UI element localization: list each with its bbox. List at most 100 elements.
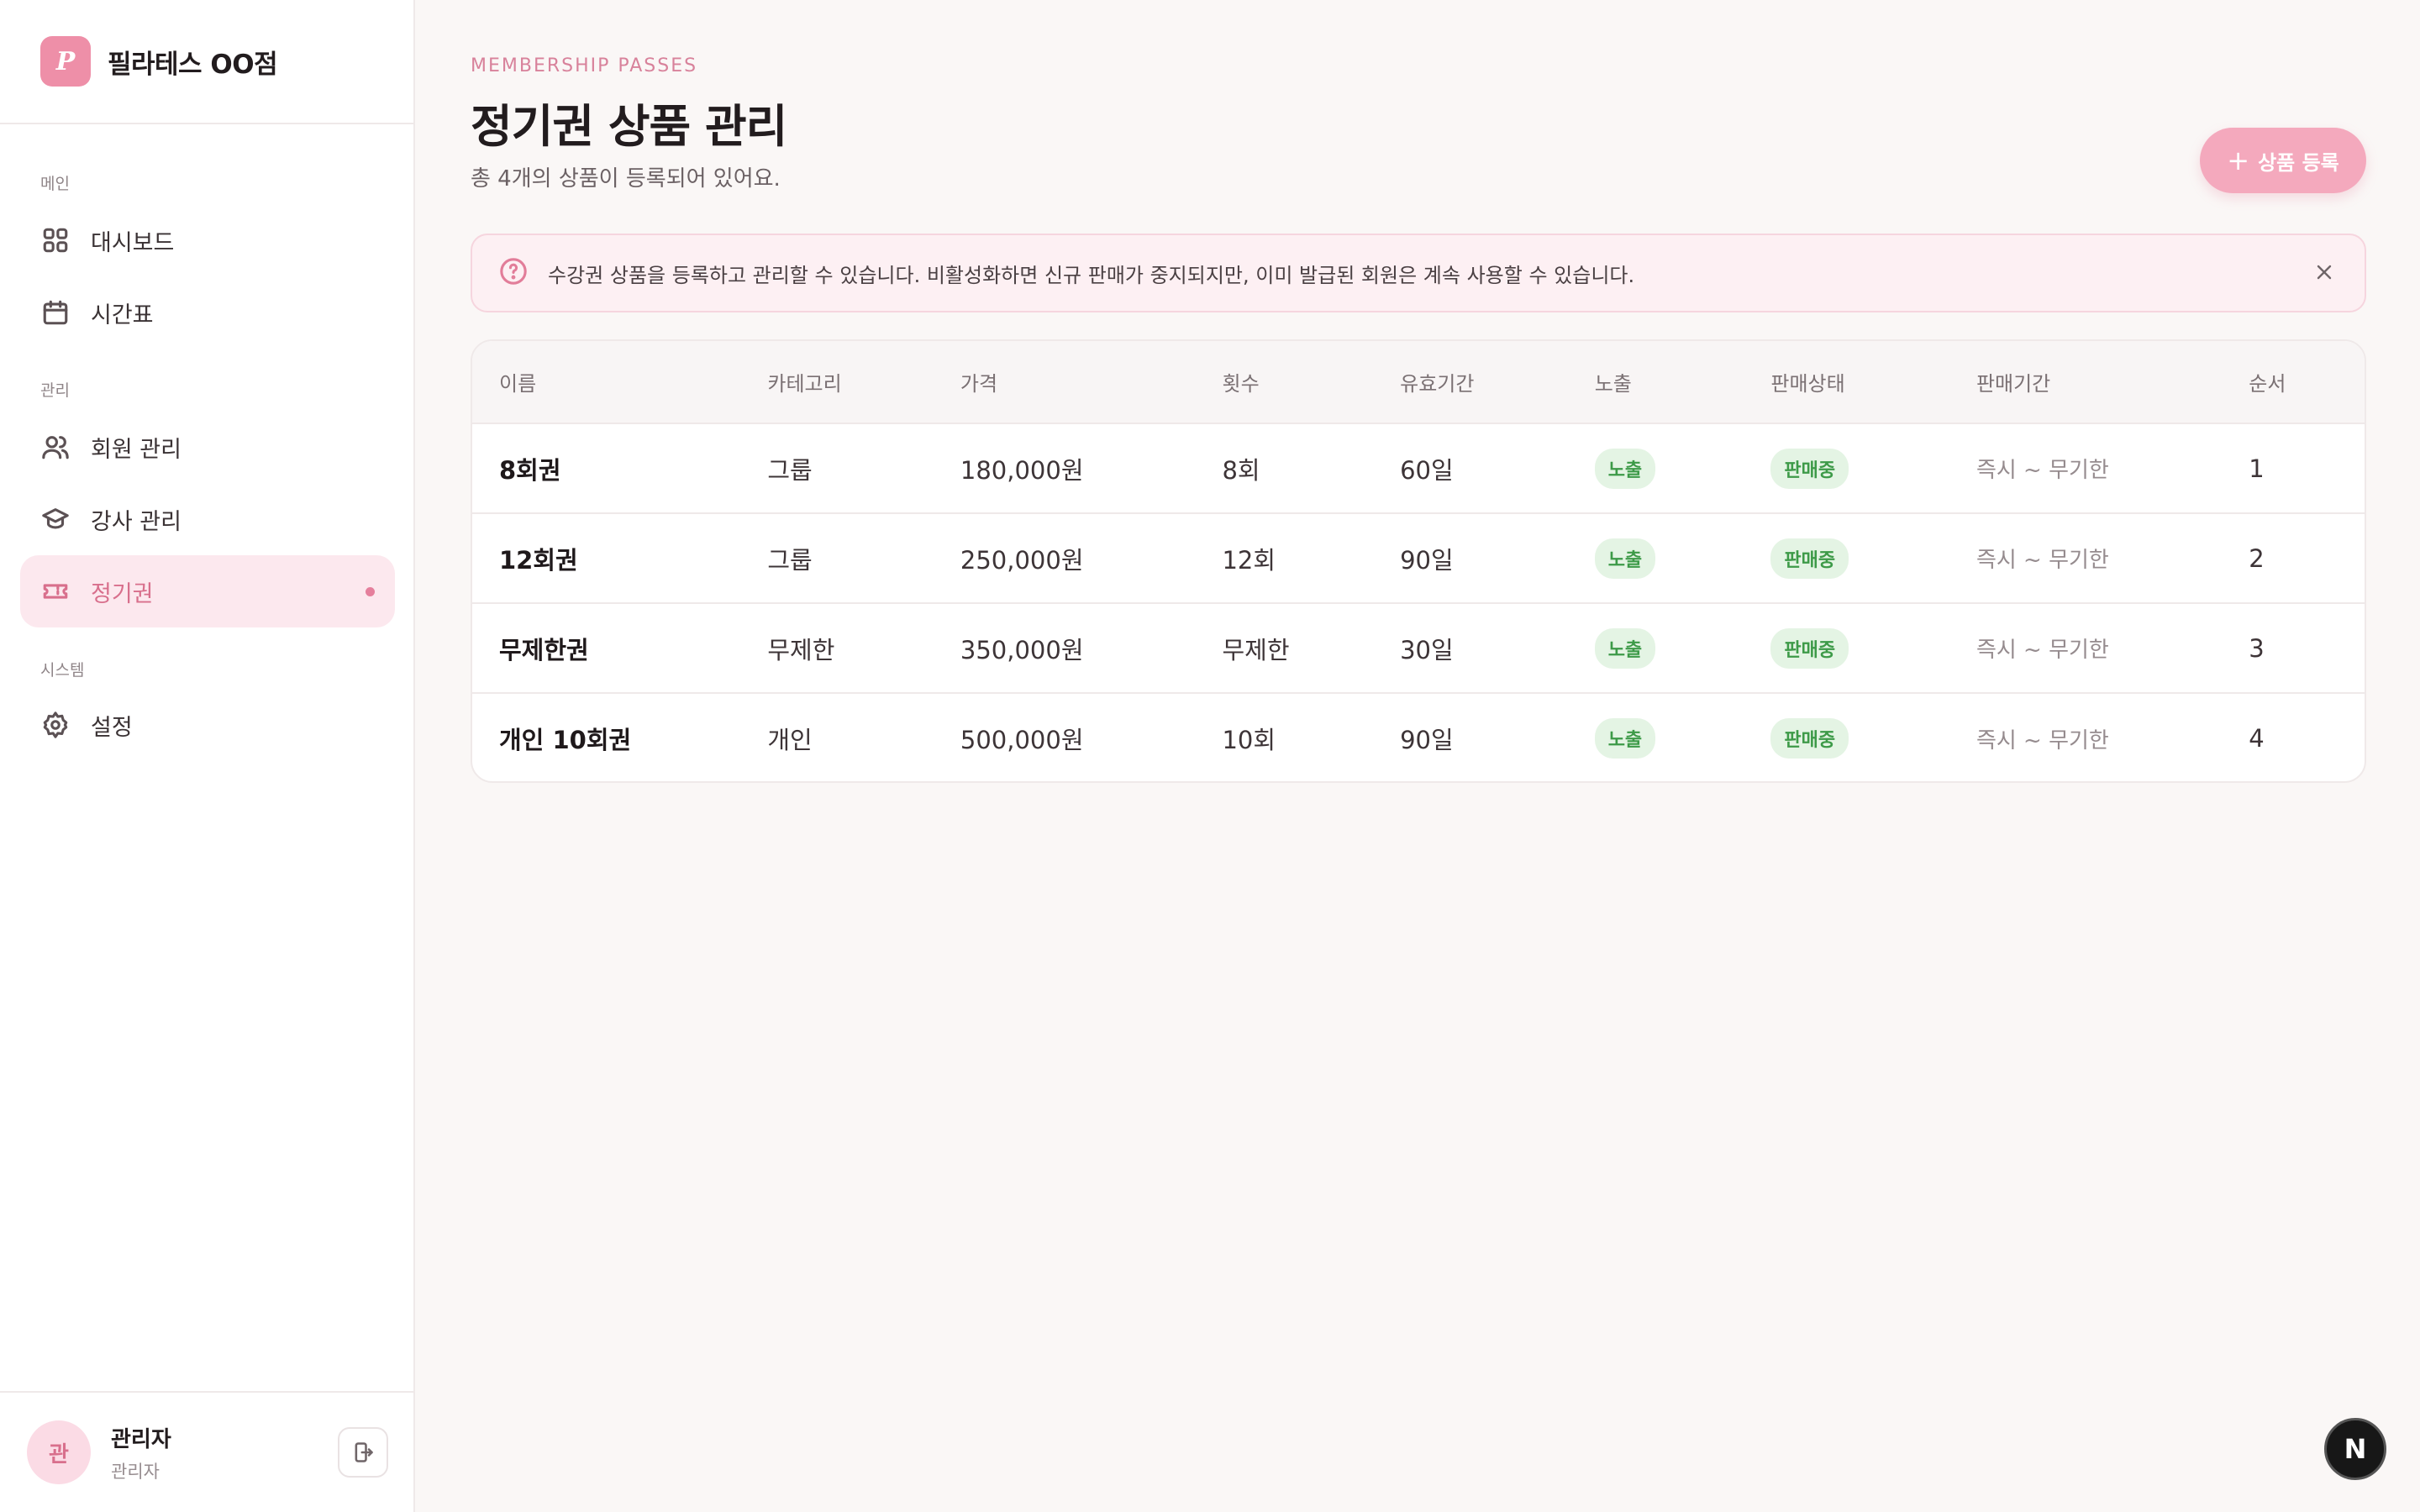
column-header-exposure[interactable]: 노출 (1567, 341, 1744, 424)
table-row[interactable]: 8회권 그룹 180,000원 8회 60일 노출 판매중 즉시 ~ 무기한 1 (472, 423, 2365, 513)
cell-validity: 90일 (1400, 726, 1454, 754)
cell-status: 판매중 (1744, 423, 1949, 513)
question-circle-icon (499, 257, 528, 289)
cell-order: 2 (2249, 543, 2265, 573)
column-header-order[interactable]: 순서 (2222, 341, 2365, 424)
cell-exposure: 노출 (1568, 423, 1744, 513)
cell-validity: 90일 (1400, 545, 1454, 575)
cell-validity: 30일 (1400, 635, 1454, 664)
graduation-cap-icon (40, 504, 71, 534)
cell-period: 즉시 ~ 무기한 (1975, 727, 2109, 753)
logout-icon (355, 1442, 373, 1462)
user-info: 관리자 관리자 (111, 1422, 171, 1483)
sidebar-item-settings[interactable]: 설정 (20, 689, 395, 761)
column-header-category[interactable]: 카테고리 (740, 341, 934, 424)
cell-exposure: 노출 (1568, 513, 1744, 603)
cell-price: 180,000원 (960, 455, 1084, 485)
page-eyebrow: MEMBERSHIP PASSES (471, 55, 698, 76)
brand-name: 필라테스 OO점 (108, 49, 278, 80)
user-profile: 관 관리자 관리자 (0, 1391, 415, 1512)
status-badge[interactable]: 판매중 (1770, 538, 1849, 579)
cell-name: 8회권 (499, 455, 561, 485)
cell-status: 판매중 (1744, 693, 1949, 781)
nav-section-system: 시스템 (40, 661, 85, 680)
table-header-row: 이름 카테고리 가격 횟수 유효기간 노출 판매상태 판매기간 순서 (472, 341, 2365, 424)
sidebar: P 필라테스 OO점 메인 대시보드 시간표 관리 회원 관리 강사 관리 정기… (0, 0, 415, 1512)
cell-category: 그룹 (767, 545, 813, 575)
products-table: 이름 카테고리 가격 횟수 유효기간 노출 판매상태 판매기간 순서 8회권 그… (471, 339, 2366, 783)
sidebar-item-label: 회원 관리 (91, 436, 182, 463)
page-subtitle: 총 4개의 상품이 등록되어 있어요. (471, 166, 781, 192)
cell-period: 즉시 ~ 무기한 (1975, 548, 2109, 573)
cell-order: 1 (2249, 454, 2265, 483)
cell-status: 판매중 (1744, 603, 1949, 693)
user-name: 관리자 (111, 1426, 171, 1452)
add-product-label: 상품 등록 (2258, 150, 2339, 175)
next-devtools-button[interactable]: N (2324, 1418, 2386, 1480)
sidebar-item-dashboard[interactable]: 대시보드 (20, 204, 395, 276)
table-row[interactable]: 개인 10회권 개인 500,000원 10회 90일 노출 판매중 즉시 ~ … (472, 693, 2365, 781)
cell-count: 10회 (1222, 726, 1276, 754)
cell-exposure: 노출 (1568, 693, 1744, 781)
column-header-price[interactable]: 가격 (933, 341, 1196, 424)
logout-button[interactable] (338, 1427, 388, 1478)
gear-icon (40, 710, 71, 740)
cell-name: 무제한권 (499, 635, 589, 664)
nav-section-main: 메인 (40, 175, 70, 193)
sidebar-item-label: 강사 관리 (91, 508, 182, 535)
cell-count: 12회 (1222, 545, 1276, 575)
cell-price: 350,000원 (960, 635, 1084, 664)
sidebar-item-members[interactable]: 회원 관리 (20, 411, 395, 483)
column-header-period[interactable]: 판매기간 (1949, 341, 2223, 424)
add-product-button[interactable]: + 상품 등록 (2200, 128, 2366, 193)
exposure-badge[interactable]: 노출 (1594, 627, 1656, 669)
calendar-icon (40, 297, 71, 328)
close-icon (2317, 265, 2332, 280)
exposure-badge[interactable]: 노출 (1594, 538, 1656, 579)
close-notice-button[interactable] (2309, 257, 2339, 287)
cell-exposure: 노출 (1568, 603, 1744, 693)
exposure-badge[interactable]: 노출 (1594, 448, 1656, 489)
cell-period: 즉시 ~ 무기한 (1975, 458, 2109, 483)
cell-name: 개인 10회권 (499, 726, 632, 754)
page-title: 정기권 상품 관리 (471, 100, 787, 153)
users-icon (40, 432, 71, 462)
cell-count: 무제한 (1222, 635, 1290, 664)
user-role: 관리자 (111, 1461, 160, 1482)
column-header-count[interactable]: 횟수 (1195, 341, 1374, 424)
info-notice: 수강권 상품을 등록하고 관리할 수 있습니다. 비활성화하면 신규 판매가 중… (471, 234, 2366, 312)
cell-period: 즉시 ~ 무기한 (1975, 638, 2109, 663)
sidebar-item-label: 정기권 (91, 580, 154, 607)
sidebar-item-timetable[interactable]: 시간표 (20, 276, 395, 349)
sidebar-item-label: 시간표 (91, 302, 154, 328)
active-indicator-dot (366, 586, 375, 596)
cell-category: 개인 (767, 726, 813, 754)
column-header-validity[interactable]: 유효기간 (1373, 341, 1568, 424)
ticket-icon (40, 576, 71, 606)
status-badge[interactable]: 판매중 (1770, 448, 1849, 489)
cell-status: 판매중 (1744, 513, 1949, 603)
cell-price: 500,000원 (960, 726, 1084, 754)
exposure-badge[interactable]: 노출 (1594, 718, 1656, 759)
table-row[interactable]: 12회권 그룹 250,000원 12회 90일 노출 판매중 즉시 ~ 무기한… (472, 513, 2365, 603)
cell-validity: 60일 (1400, 455, 1454, 485)
table-row[interactable]: 무제한권 무제한 350,000원 무제한 30일 노출 판매중 즉시 ~ 무기… (472, 603, 2365, 693)
sidebar-item-label: 설정 (91, 714, 133, 741)
status-badge[interactable]: 판매중 (1770, 627, 1849, 669)
sidebar-item-passes[interactable]: 정기권 (20, 555, 395, 627)
cell-category: 무제한 (767, 635, 835, 664)
cell-price: 250,000원 (960, 545, 1084, 575)
notice-text: 수강권 상품을 등록하고 관리할 수 있습니다. 비활성화하면 신규 판매가 중… (548, 263, 1635, 287)
cell-name: 12회권 (499, 545, 578, 575)
column-header-name[interactable]: 이름 (472, 341, 741, 424)
brand[interactable]: P 필라테스 OO점 (0, 0, 413, 124)
cell-order: 4 (2249, 724, 2265, 753)
cell-count: 8회 (1222, 455, 1260, 485)
sidebar-item-instructors[interactable]: 강사 관리 (20, 483, 395, 555)
avatar: 관 (27, 1420, 91, 1484)
cell-order: 3 (2249, 633, 2265, 663)
sidebar-item-label: 대시보드 (91, 229, 175, 256)
status-badge[interactable]: 판매중 (1770, 718, 1849, 759)
column-header-status[interactable]: 판매상태 (1744, 341, 1949, 424)
cell-category: 그룹 (767, 455, 813, 485)
